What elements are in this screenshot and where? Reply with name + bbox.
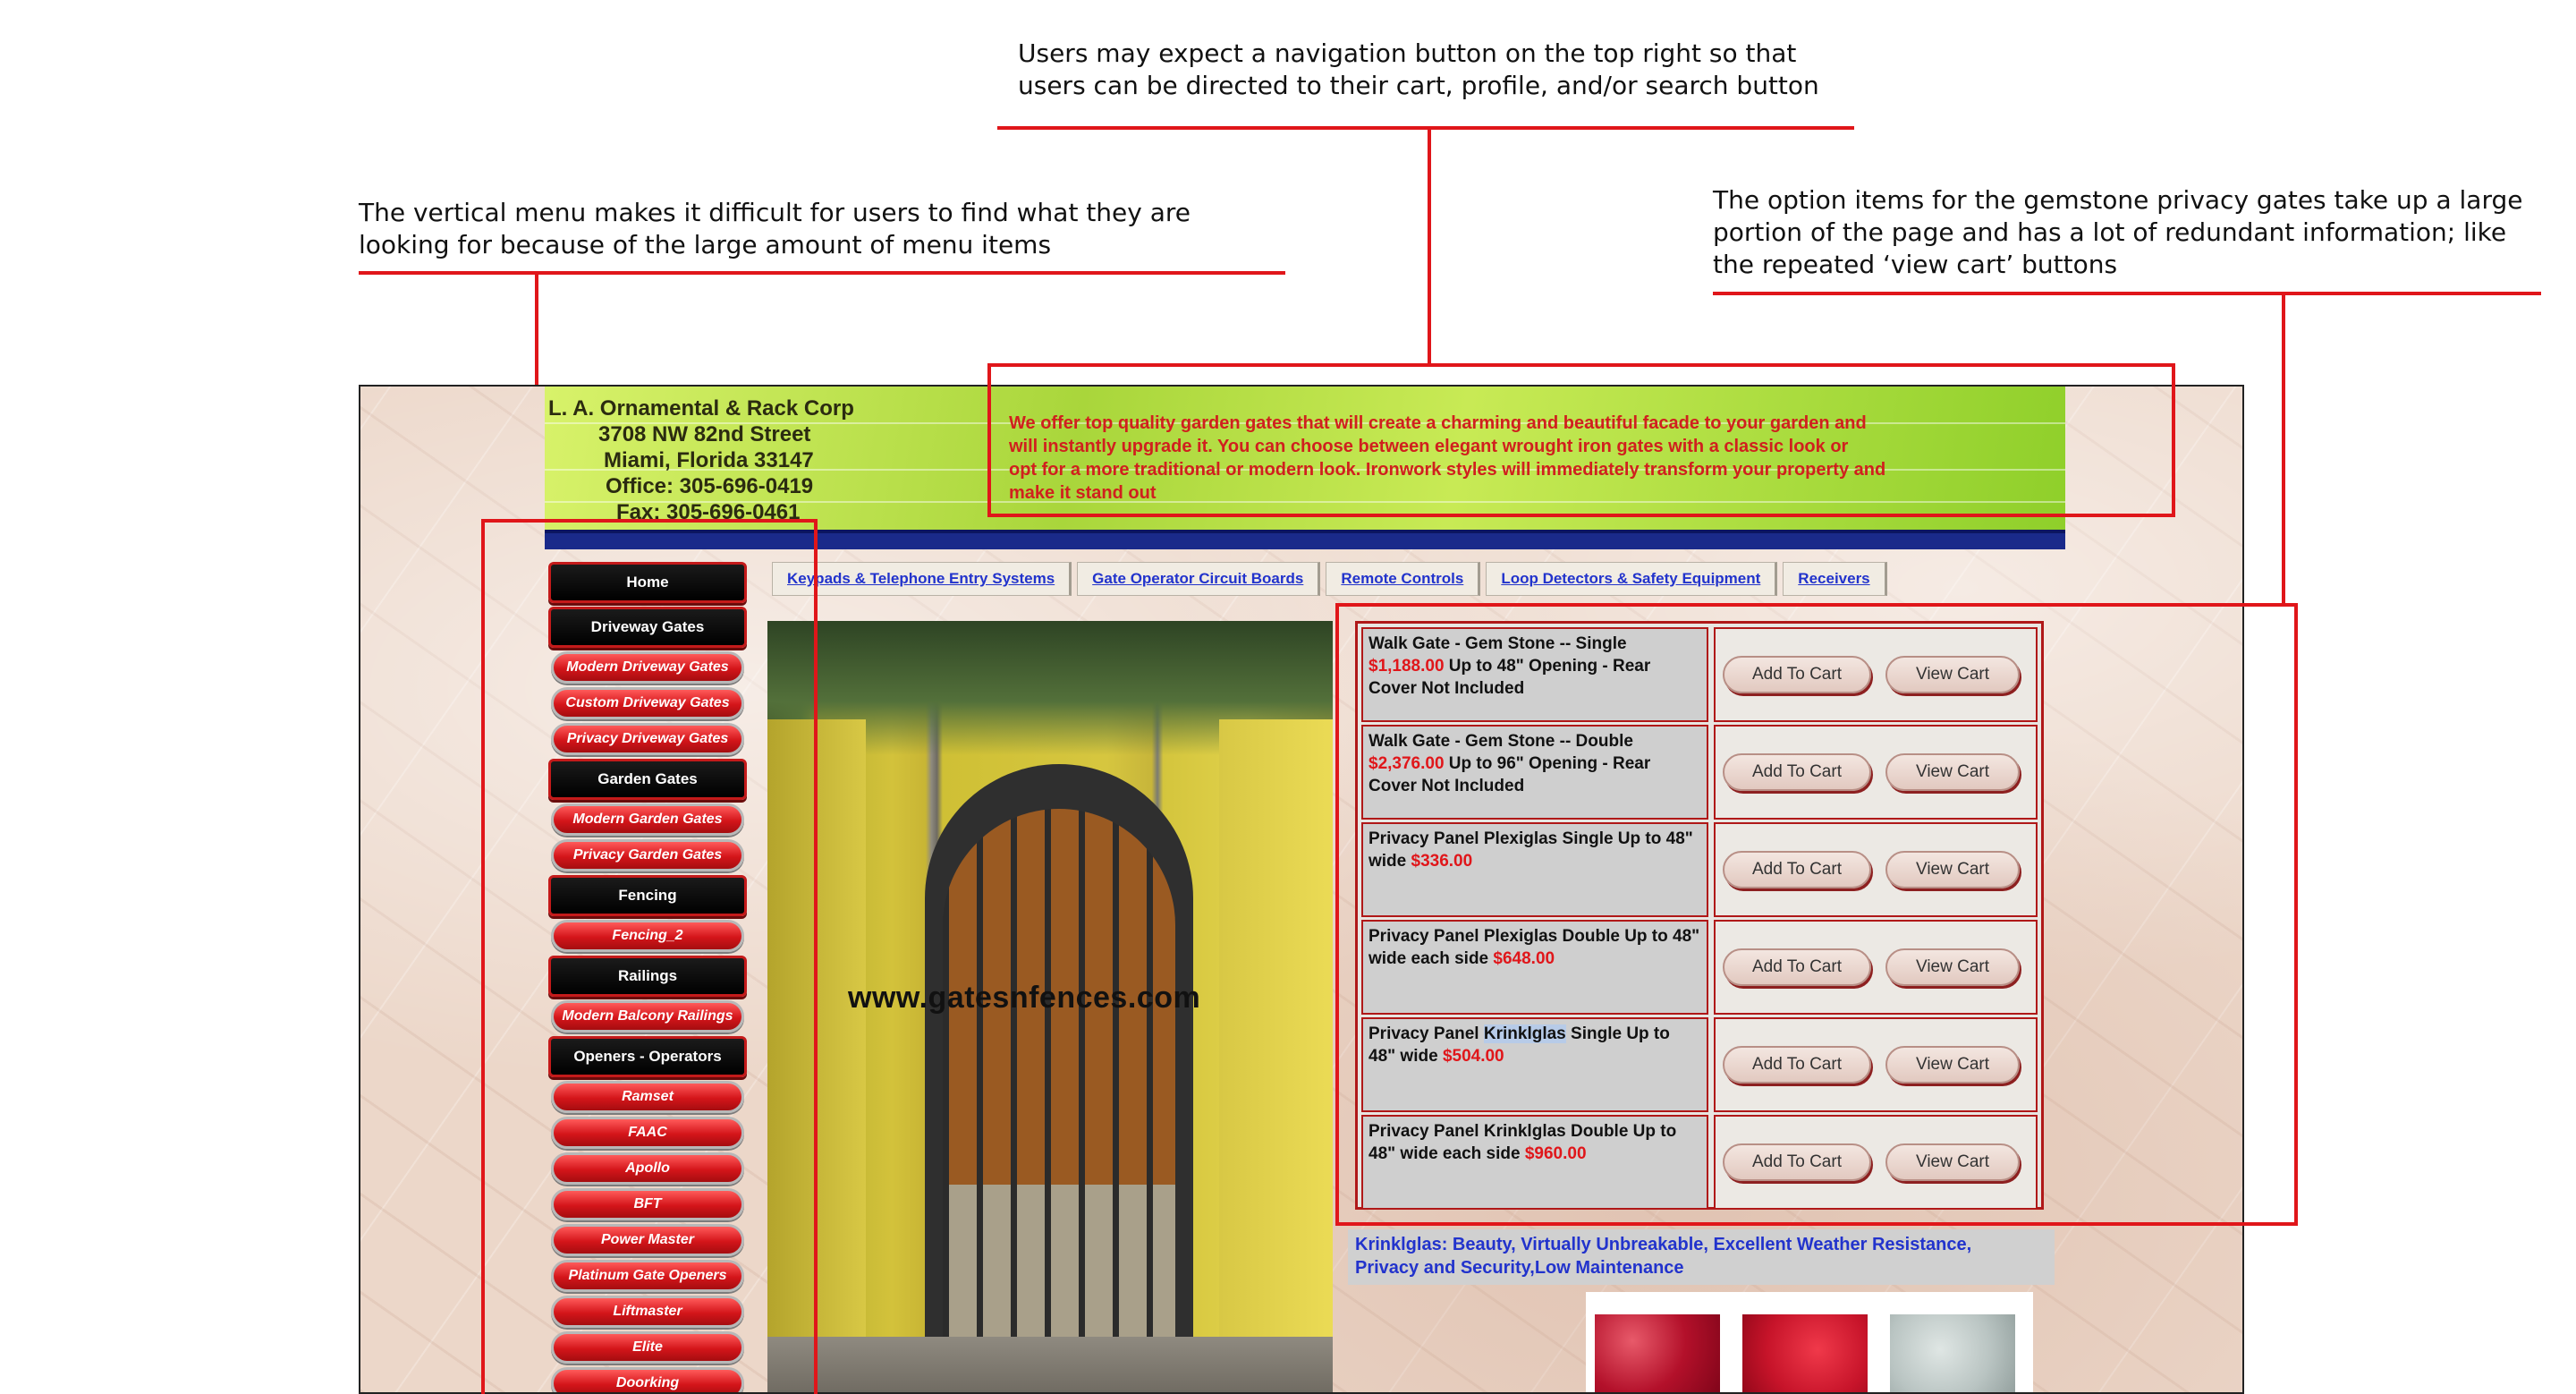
top-nav-link-label: Loop Detectors & Safety Equipment <box>1501 570 1761 587</box>
annotation-underline <box>359 271 1285 275</box>
annotation-connector <box>2282 295 2285 607</box>
krinklglas-note: Krinklglas: Beauty, Virtually Unbreakabl… <box>1348 1229 2055 1285</box>
annotation-text: portion of the page and has a lot of red… <box>1713 217 2507 247</box>
company-info: L. A. Ornamental & Rack Corp 3708 NW 82n… <box>548 395 888 525</box>
photo-watermark: www.gatesnfences.com <box>848 981 1201 1015</box>
annotation-underline <box>997 126 1854 130</box>
annotation-underline <box>1713 292 2541 295</box>
top-nav-circuit-boards[interactable]: Gate Operator Circuit Boards <box>1077 562 1321 596</box>
annotation-text: looking for because of the large amount … <box>359 230 1052 259</box>
company-name: L. A. Ornamental & Rack Corp <box>548 396 854 421</box>
annotation-text: The vertical menu makes it difficult for… <box>359 198 1191 227</box>
top-nav-remote-controls[interactable]: Remote Controls <box>1326 562 1481 596</box>
highlight-box-side-menu <box>481 519 818 1394</box>
krinklglas-note-line: Krinklglas: Beauty, Virtually Unbreakabl… <box>1355 1235 1972 1254</box>
highlight-box-product-options <box>1335 603 2298 1226</box>
annotation-connector <box>1428 130 1431 364</box>
annotation-text: Users may expect a navigation button on … <box>1018 38 1797 68</box>
annotation-nav-note: Users may expect a navigation button on … <box>1018 38 1894 102</box>
swatch-clear[interactable] <box>1890 1314 2015 1392</box>
top-nav-link-label: Receivers <box>1798 570 1870 587</box>
swatch-red-orange[interactable] <box>1742 1314 1868 1392</box>
top-nav-receivers[interactable]: Receivers <box>1783 562 1887 596</box>
swatch-red[interactable] <box>1595 1314 1720 1392</box>
krinklglas-note-line: Privacy and Security,Low Maintenance <box>1355 1258 1684 1278</box>
garden-gate-photo: www.gatesnfences.com <box>767 621 1333 1392</box>
highlight-box-header-nav <box>987 363 2175 517</box>
annotation-text: The option items for the gemstone privac… <box>1713 185 2523 215</box>
annotation-menu-note: The vertical menu makes it difficult for… <box>359 197 1253 261</box>
top-nav-link-label: Keypads & Telephone Entry Systems <box>787 570 1055 587</box>
top-nav: Keypads & Telephone Entry Systems Gate O… <box>772 562 1893 596</box>
annotation-options-note: The option items for the gemstone privac… <box>1713 184 2572 281</box>
company-office-phone: Office: 305-696-0419 <box>606 474 814 498</box>
annotation-text: users can be directed to their cart, pro… <box>1018 71 1819 100</box>
company-city: Miami, Florida 33147 <box>604 448 814 472</box>
annotation-text: the repeated ‘view cart’ buttons <box>1713 250 2118 279</box>
top-nav-loop-detectors[interactable]: Loop Detectors & Safety Equipment <box>1486 562 1778 596</box>
top-nav-link-label: Remote Controls <box>1341 570 1464 587</box>
company-street: 3708 NW 82nd Street <box>598 422 811 446</box>
top-nav-link-label: Gate Operator Circuit Boards <box>1092 570 1304 587</box>
glass-swatches <box>1586 1292 2033 1392</box>
